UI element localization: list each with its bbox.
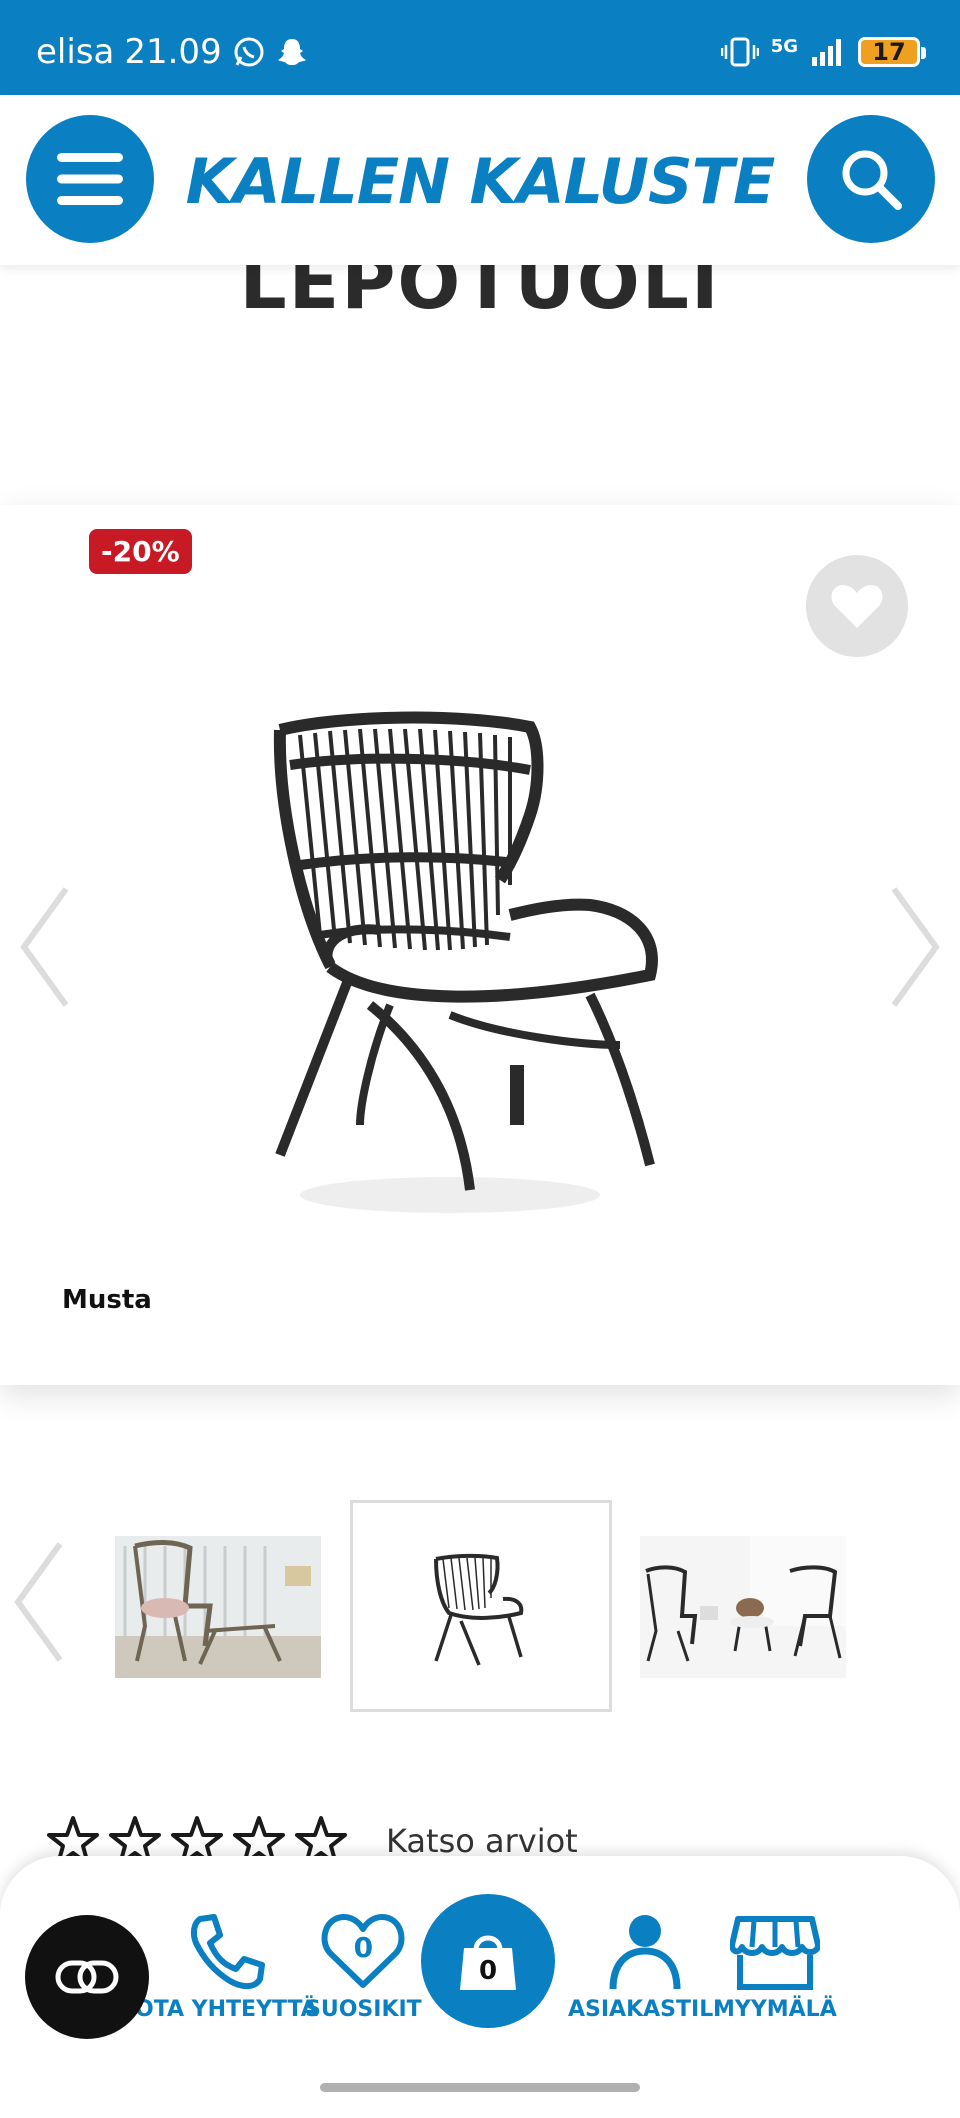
nav-contact-label: OTA YHTEYTTÄ: [135, 1997, 318, 2022]
vibrate-icon: [720, 37, 759, 67]
nav-contact[interactable]: OTA YHTEYTTÄ: [135, 1911, 318, 2022]
store-icon: [729, 1916, 820, 1990]
discount-badge: -20%: [89, 529, 192, 574]
floating-link-button[interactable]: [25, 1915, 149, 2039]
next-image-arrow[interactable]: [890, 885, 942, 1009]
phone-icon: [191, 1914, 266, 1989]
cart-count: 0: [478, 1956, 498, 1986]
color-label: Musta: [62, 1285, 152, 1315]
nav-favorites[interactable]: 0 SUOSIKIT: [305, 1911, 422, 2022]
thumbnail-image-1: [115, 1536, 321, 1678]
user-icon: [609, 1915, 681, 1990]
home-indicator[interactable]: [320, 2083, 640, 2092]
reviews-link[interactable]: Katso arviot: [386, 1822, 578, 1860]
prev-image-arrow[interactable]: [18, 885, 70, 1009]
snapchat-icon: [277, 39, 306, 65]
favorites-count: 0: [353, 1931, 374, 1964]
status-left: elisa 21.09: [36, 32, 308, 72]
bag-icon: 0: [458, 1930, 518, 1992]
nav-store-label: MYYMÄLÄ: [713, 1997, 837, 2022]
site-header: KALLEN KALUSTE: [0, 95, 960, 265]
prev-thumb-arrow[interactable]: [12, 1540, 64, 1664]
product-gallery: -20% Musta: [0, 505, 960, 1385]
search-button[interactable]: [807, 115, 935, 243]
network-type: 5G: [770, 35, 798, 57]
nav-account[interactable]: ASIAKASTILI: [568, 1911, 721, 2022]
signal-icon: [812, 39, 841, 66]
thumbnail-2-active[interactable]: [350, 1500, 612, 1712]
carrier-name: elisa: [36, 32, 115, 72]
status-right: 5G 17: [720, 35, 926, 68]
thumbnail-strip: [0, 1500, 960, 1715]
cart-button[interactable]: 0: [421, 1894, 555, 2028]
status-bar: elisa 21.09 5G 17: [0, 0, 960, 95]
favorites-icon-wrap: 0: [320, 1911, 406, 1991]
whatsapp-icon: [234, 37, 264, 67]
search-icon: [842, 150, 902, 210]
thumbnail-image-2: [434, 1553, 524, 1666]
link-icon: [55, 1960, 119, 1994]
favorite-button[interactable]: [806, 555, 908, 657]
nav-store[interactable]: MYYMÄLÄ: [713, 1911, 837, 2022]
thumbnail-1[interactable]: [115, 1536, 321, 1678]
heart-icon: [831, 585, 883, 628]
clock: 21.09: [124, 32, 222, 72]
battery-indicator: 17: [858, 37, 926, 67]
nav-account-label: ASIAKASTILI: [568, 1997, 722, 2022]
product-main-image: [273, 711, 658, 1213]
nav-favorites-label: SUOSIKIT: [305, 1997, 422, 2022]
thumbnail-image-3: [640, 1536, 846, 1678]
thumbnail-3[interactable]: [640, 1536, 846, 1678]
